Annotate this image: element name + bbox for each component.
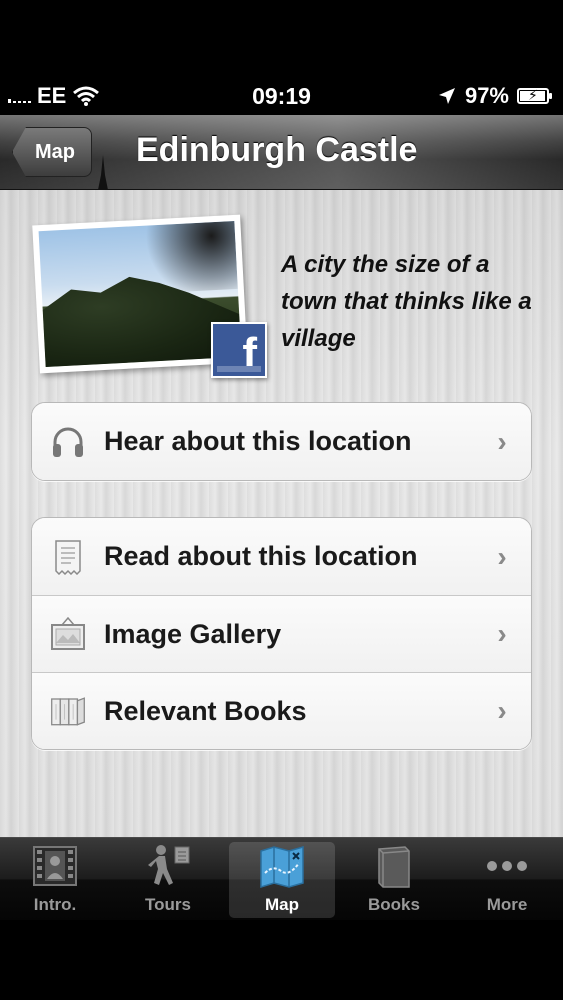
menu-row-label: Read about this location bbox=[104, 541, 418, 571]
tab-label: Tours bbox=[145, 895, 191, 914]
chevron-right-icon: › bbox=[497, 695, 507, 726]
top-black-band bbox=[0, 0, 563, 75]
menu-row-read[interactable]: Read about this location › bbox=[32, 518, 531, 595]
back-button-label: Map bbox=[35, 140, 75, 163]
info-group: Read about this location › Image Gallery… bbox=[31, 517, 532, 750]
battery-icon: ⚡ bbox=[517, 87, 552, 104]
map-icon bbox=[259, 843, 305, 889]
status-bar: EE 09:19 97% ⚡ bbox=[0, 75, 563, 115]
audio-group: Hear about this location › bbox=[31, 402, 532, 481]
chevron-right-icon: › bbox=[497, 425, 507, 457]
menu-row-books[interactable]: Relevant Books › bbox=[32, 672, 531, 749]
page-title: Edinburgh Castle bbox=[136, 131, 418, 169]
location-arrow-icon bbox=[438, 88, 455, 104]
castle-spire-silhouette bbox=[98, 155, 108, 189]
menu-row-label: Image Gallery bbox=[104, 618, 282, 649]
status-right: 97% ⚡ bbox=[437, 83, 552, 109]
books-icon bbox=[50, 693, 86, 729]
tab-more[interactable]: More bbox=[454, 842, 560, 918]
book-icon bbox=[371, 843, 417, 889]
menu-row-hear[interactable]: Hear about this location › bbox=[32, 403, 531, 480]
chevron-right-icon: › bbox=[497, 540, 507, 572]
chevron-right-icon: › bbox=[497, 618, 507, 649]
tab-label: More bbox=[486, 895, 528, 914]
menu-row-gallery[interactable]: Image Gallery › bbox=[32, 595, 531, 672]
navigation-bar: Map Edinburgh Castle bbox=[0, 115, 563, 190]
film-icon bbox=[32, 843, 78, 889]
headphones-icon bbox=[50, 424, 86, 460]
tab-bar: Intro. Tours Map Books More bbox=[0, 837, 563, 920]
picture-icon bbox=[50, 616, 86, 652]
back-button[interactable]: Map bbox=[12, 127, 92, 177]
menu-row-label: Hear about this location bbox=[104, 426, 412, 456]
charging-bolt-icon: ⚡ bbox=[528, 87, 538, 103]
battery-percent: 97% bbox=[464, 83, 509, 108]
bottom-black-band bbox=[0, 920, 563, 1000]
document-icon bbox=[50, 539, 86, 575]
tagline: A city the size of a town that thinks li… bbox=[281, 251, 532, 352]
main-content: f A city the size of a town that thinks … bbox=[0, 190, 563, 837]
menu-row-label: Relevant Books bbox=[104, 695, 307, 726]
tab-label: Intro. bbox=[33, 895, 77, 914]
tab-label: Books bbox=[368, 895, 420, 914]
walking-icon bbox=[145, 843, 191, 889]
tab-books[interactable]: Books bbox=[341, 842, 447, 918]
facebook-icon[interactable]: f bbox=[211, 322, 267, 378]
tab-label: Map bbox=[265, 895, 299, 914]
tab-tours[interactable]: Tours bbox=[115, 842, 221, 918]
tab-map[interactable]: Map bbox=[229, 842, 335, 918]
more-icon bbox=[484, 843, 530, 889]
tab-intro[interactable]: Intro. bbox=[2, 842, 108, 918]
